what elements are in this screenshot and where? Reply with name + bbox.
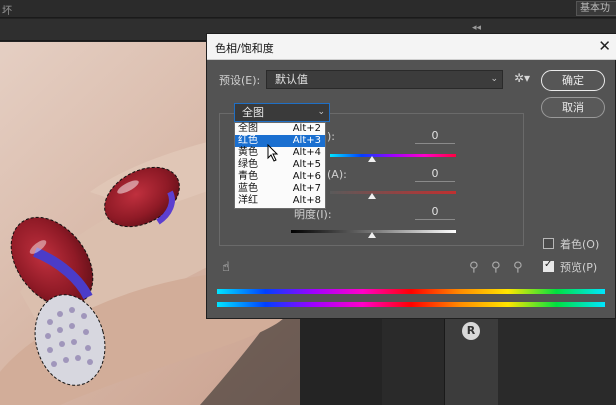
dropdown-item-magentas[interactable]: 洋红 Alt+8 xyxy=(235,195,325,207)
hue-value-field[interactable]: 0 xyxy=(415,128,455,144)
saturation-slider[interactable] xyxy=(330,191,456,194)
photoshop-window: 坏 基本功 ◂◂ R 色相/饱和度 ✕ 预设(E): 默认值 ⌄ ✲▾ 确定 取… xyxy=(0,0,616,405)
gear-icon[interactable]: ✲▾ xyxy=(514,71,530,85)
dropdown-item-blues[interactable]: 蓝色 Alt+7 xyxy=(235,183,325,195)
source-spectrum-bar xyxy=(217,289,605,294)
dropdown-item-cyans[interactable]: 青色 Alt+6 xyxy=(235,171,325,183)
dialog-title-bar: 色相/饱和度 ✕ xyxy=(207,34,616,60)
eyedropper-icon[interactable]: ⚲ xyxy=(469,260,479,275)
menu-fragment: 坏 xyxy=(2,6,12,17)
saturation-value-field[interactable]: 0 xyxy=(415,166,455,182)
targeted-adjust-icon[interactable]: ☝ xyxy=(222,260,230,275)
result-spectrum-bar xyxy=(217,302,605,307)
ok-button[interactable]: 确定 xyxy=(541,70,605,91)
lightness-slider-thumb[interactable] xyxy=(368,232,376,238)
edit-range-value: 全图 xyxy=(242,106,264,119)
hue-label: ): xyxy=(327,130,335,143)
close-icon[interactable]: ✕ xyxy=(598,37,611,55)
preview-label: 预览(P) xyxy=(560,261,598,274)
dropdown-item-greens[interactable]: 绿色 Alt+5 xyxy=(235,159,325,171)
eyedropper-subtract-icon[interactable]: ⚲ xyxy=(513,260,523,275)
dropdown-item-reds[interactable]: 红色 Alt+3 xyxy=(235,135,325,147)
saturation-slider-thumb[interactable] xyxy=(368,193,376,199)
dropdown-item-yellows[interactable]: 黄色 Alt+4 xyxy=(235,147,325,159)
preset-label: 预设(E): xyxy=(219,74,261,87)
hue-slider[interactable] xyxy=(330,154,456,157)
eyedropper-add-icon[interactable]: ⚲ xyxy=(491,260,501,275)
lightness-value-field[interactable]: 0 xyxy=(415,204,455,220)
chevron-down-icon: ⌄ xyxy=(490,74,498,84)
saturation-label: (A): xyxy=(327,168,347,181)
edit-range-dropdown: 全图 Alt+2 红色 Alt+3 黄色 Alt+4 绿色 Alt+5 青色 Alt+6 … xyxy=(234,122,326,209)
hue-saturation-dialog: 色相/饱和度 ✕ 预设(E): 默认值 ⌄ ✲▾ 确定 取消 全图 ⌄ ): 0… xyxy=(206,33,616,319)
colorize-label: 着色(O) xyxy=(560,238,600,251)
dropdown-item-master[interactable]: 全图 Alt+2 xyxy=(235,123,325,135)
colorize-checkbox[interactable] xyxy=(543,238,554,249)
edit-range-select[interactable]: 全图 ⌄ xyxy=(234,103,330,122)
collapse-panels-icon[interactable]: ◂◂ xyxy=(472,23,481,33)
cc-libraries-icon[interactable]: R xyxy=(462,322,480,340)
preview-checkbox[interactable] xyxy=(543,259,554,272)
app-menu-bar: 坏 基本功 xyxy=(0,0,616,18)
chevron-down-icon: ⌄ xyxy=(317,107,325,117)
preset-select[interactable]: 默认值 ⌄ xyxy=(266,70,503,89)
cancel-button[interactable]: 取消 xyxy=(541,97,605,118)
workspace-switcher[interactable]: 基本功 xyxy=(576,1,616,16)
dialog-title: 色相/饱和度 xyxy=(215,42,274,55)
mouse-pointer-icon xyxy=(267,144,279,162)
preset-value: 默认值 xyxy=(275,73,308,86)
hue-slider-thumb[interactable] xyxy=(368,156,376,162)
